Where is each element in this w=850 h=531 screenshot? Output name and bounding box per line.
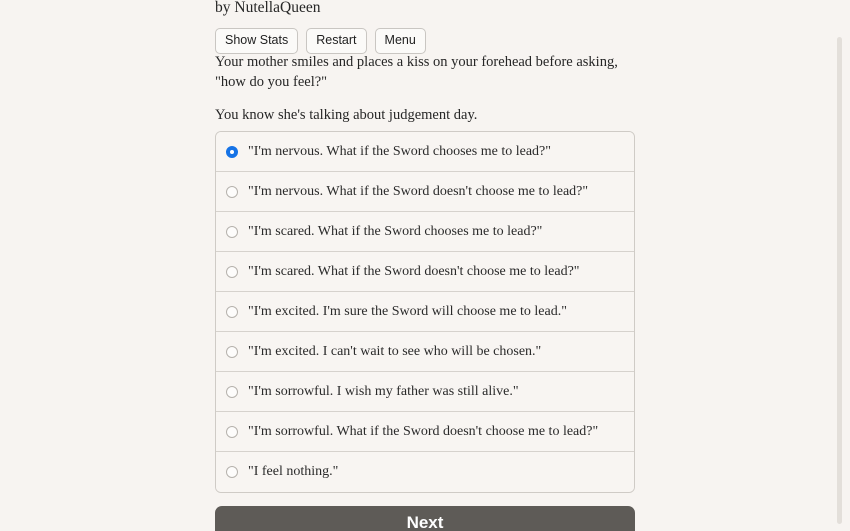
- choice-label: "I'm excited. I'm sure the Sword will ch…: [248, 303, 567, 319]
- choice-label: "I'm excited. I can't wait to see who wi…: [248, 343, 542, 359]
- narrative-text: Your mother smiles and places a kiss on …: [215, 53, 620, 126]
- page-scrollbar-track[interactable]: [837, 0, 846, 531]
- choice-list: "I'm nervous. What if the Sword chooses …: [215, 131, 635, 493]
- choice-row[interactable]: "I'm excited. I'm sure the Sword will ch…: [216, 292, 634, 332]
- radio-button-icon[interactable]: [226, 305, 238, 318]
- toolbar: Show Stats Restart Menu: [215, 28, 426, 54]
- radio-button-icon[interactable]: [226, 145, 238, 158]
- radio-button-icon[interactable]: [226, 385, 238, 398]
- choice-row[interactable]: "I'm nervous. What if the Sword chooses …: [216, 132, 634, 172]
- choice-label: "I'm nervous. What if the Sword doesn't …: [248, 183, 589, 199]
- choice-label: "I'm nervous. What if the Sword chooses …: [248, 143, 551, 159]
- choice-row[interactable]: "I'm sorrowful. What if the Sword doesn'…: [216, 412, 634, 452]
- restart-button[interactable]: Restart: [306, 28, 367, 54]
- show-stats-button[interactable]: Show Stats: [215, 28, 299, 54]
- choice-label: "I'm sorrowful. I wish my father was sti…: [248, 383, 519, 399]
- radio-button-icon[interactable]: [226, 185, 238, 198]
- choice-row[interactable]: "I'm sorrowful. I wish my father was sti…: [216, 372, 634, 412]
- choice-row[interactable]: "I feel nothing.": [216, 452, 634, 492]
- choice-row[interactable]: "I'm scared. What if the Sword doesn't c…: [216, 252, 634, 292]
- next-button[interactable]: Next: [215, 506, 635, 531]
- radio-button-icon[interactable]: [226, 265, 238, 278]
- radio-button-icon[interactable]: [226, 466, 238, 478]
- choice-label: "I'm sorrowful. What if the Sword doesn'…: [248, 423, 599, 439]
- page-scrollbar-thumb[interactable]: [837, 37, 842, 524]
- choice-label: "I'm scared. What if the Sword doesn't c…: [248, 263, 580, 279]
- radio-button-icon[interactable]: [226, 345, 238, 358]
- choice-label: "I'm scared. What if the Sword chooses m…: [248, 223, 543, 239]
- choice-row[interactable]: "I'm scared. What if the Sword chooses m…: [216, 212, 634, 252]
- radio-button-icon[interactable]: [226, 425, 238, 438]
- choice-row[interactable]: "I'm nervous. What if the Sword doesn't …: [216, 172, 634, 212]
- choice-label: "I feel nothing.": [248, 464, 339, 479]
- byline: by NutellaQueen: [215, 0, 321, 16]
- narrative-paragraph: Your mother smiles and places a kiss on …: [215, 54, 618, 90]
- choice-row[interactable]: "I'm excited. I can't wait to see who wi…: [216, 332, 634, 372]
- radio-button-icon[interactable]: [226, 225, 238, 238]
- narrative-paragraph: You know she's talking about judgement d…: [215, 107, 478, 123]
- menu-button[interactable]: Menu: [374, 28, 426, 54]
